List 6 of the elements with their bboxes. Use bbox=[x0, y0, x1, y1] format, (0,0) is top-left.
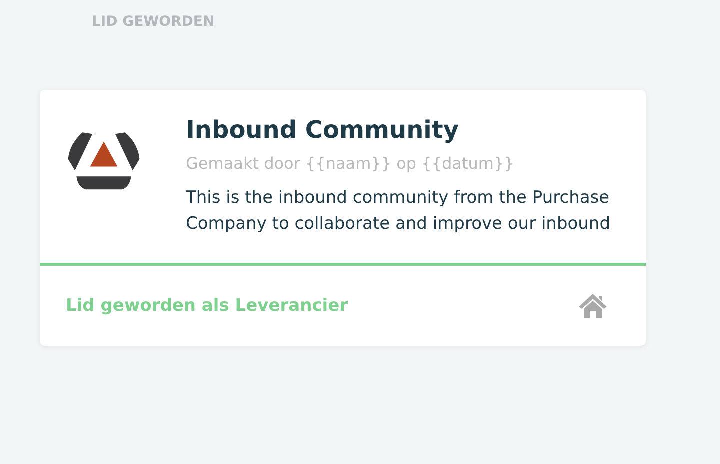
home-icon[interactable] bbox=[578, 293, 608, 319]
community-description: This is the inbound community from the Purchase Company to collaborate and improve our inbound bbox=[186, 187, 612, 236]
created-by-text: Gemaakt door {{naam}} op {{datum}} bbox=[186, 154, 516, 173]
community-name: Inbound Community bbox=[186, 116, 460, 144]
section-title: LID GEWORDEN bbox=[92, 14, 216, 32]
membership-text: Lid geworden als Leverancier bbox=[66, 296, 348, 316]
